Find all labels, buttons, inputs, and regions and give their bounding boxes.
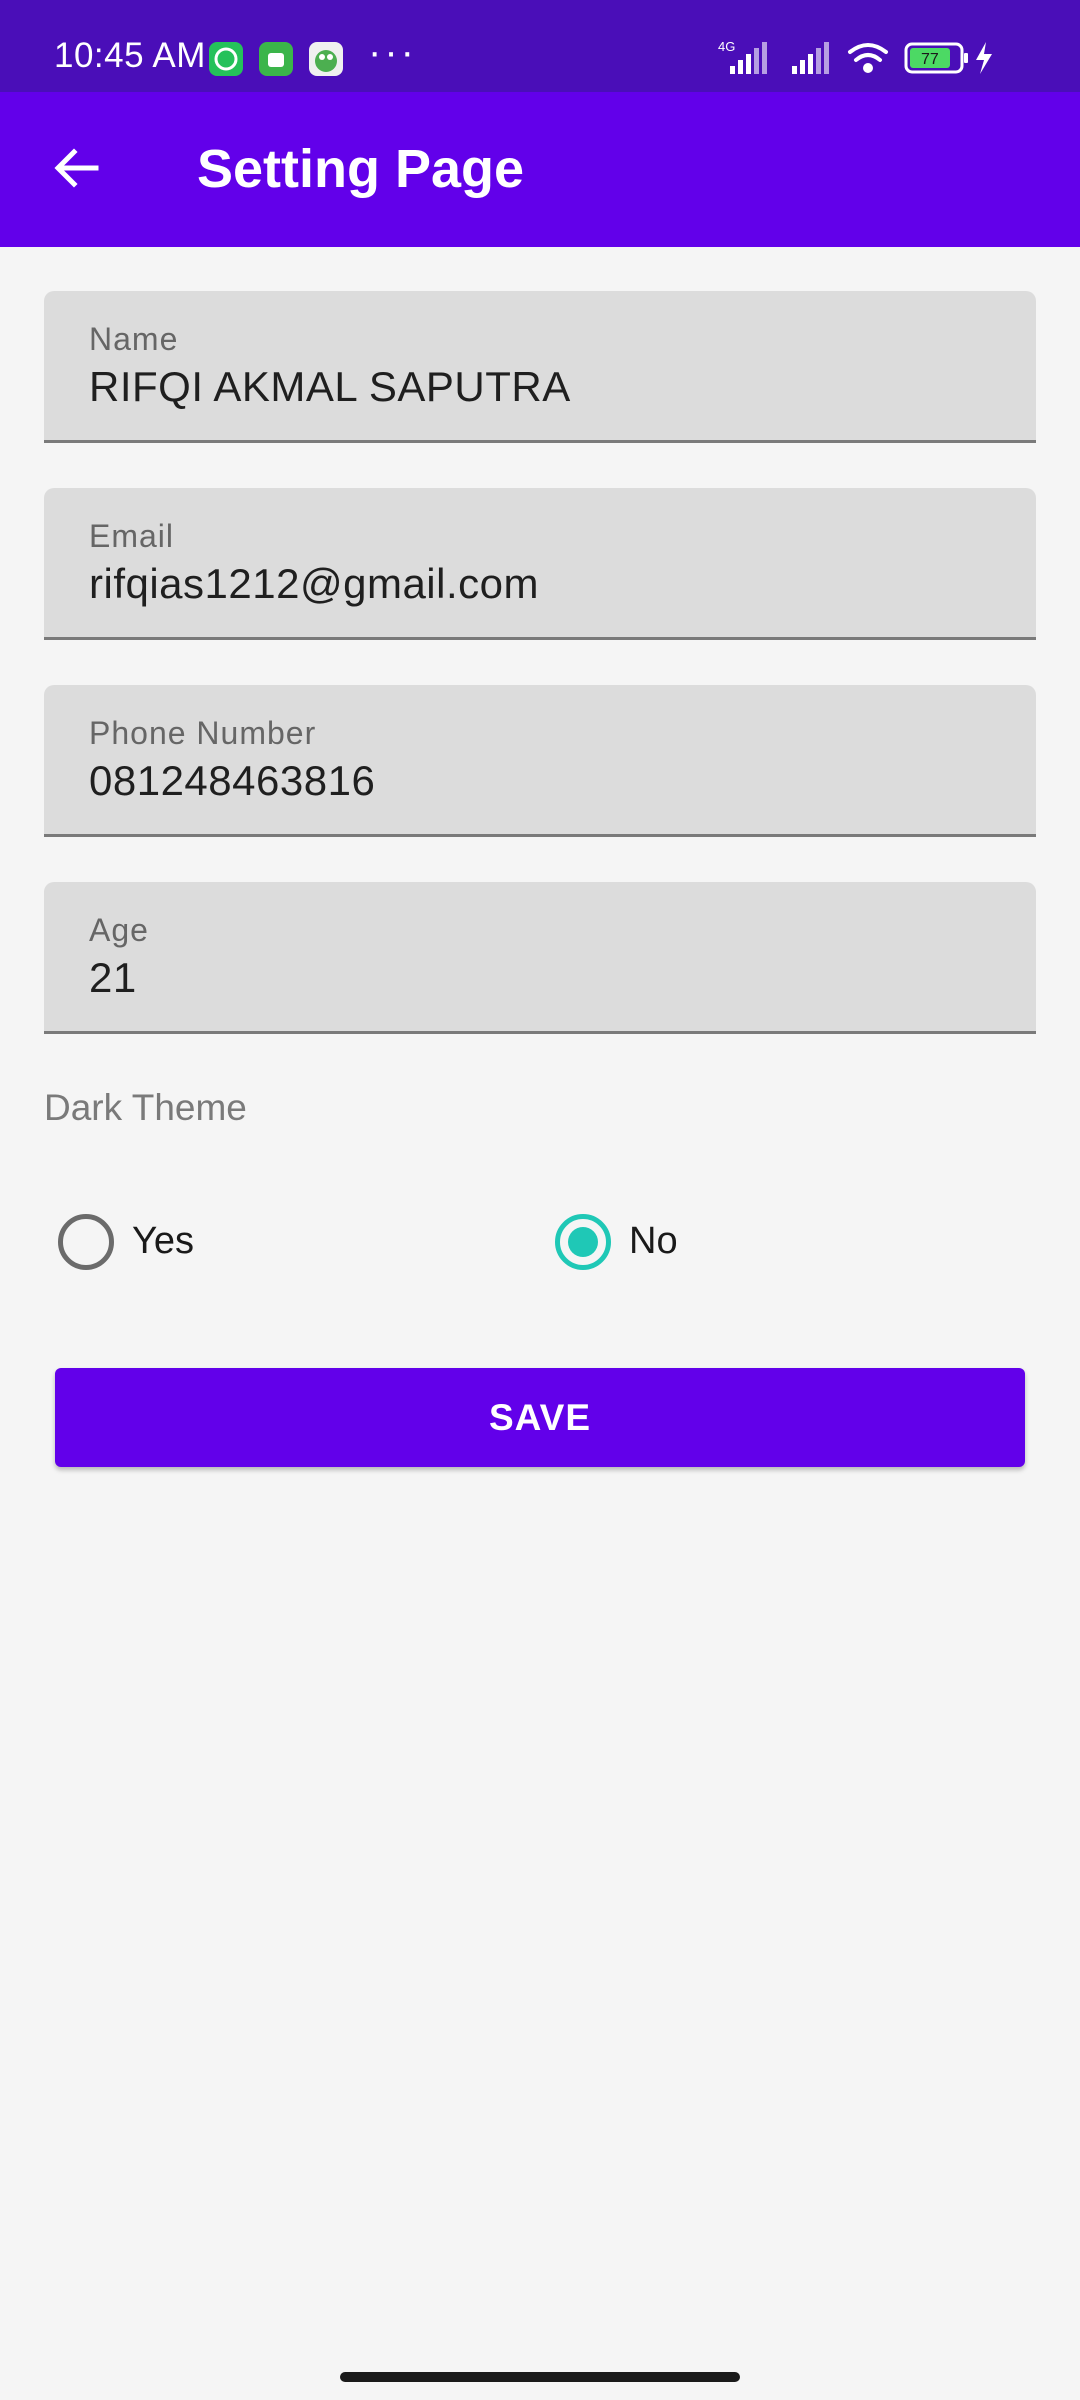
phone-number-value: 081248463816	[89, 757, 376, 804]
status-bar: 10:45 AM ··· 4G 77	[0, 0, 1080, 92]
dark-theme-option-yes[interactable]: Yes	[58, 1212, 478, 1272]
name-label: Name	[89, 321, 179, 357]
status-icons: 4G 77	[718, 39, 992, 74]
email-value: rifqias1212@gmail.com	[89, 560, 539, 607]
charging-icon	[976, 42, 992, 74]
phone-number-field[interactable]: Phone Number 081248463816	[44, 685, 1036, 837]
age-label: Age	[89, 912, 149, 948]
name-field[interactable]: Name RIFQI AKMAL SAPUTRA	[44, 291, 1036, 443]
page-title: Setting Page	[197, 139, 525, 199]
age-value: 21	[89, 954, 137, 1001]
dark-theme-label: Dark Theme	[44, 1087, 247, 1128]
name-value: RIFQI AKMAL SAPUTRA	[89, 363, 571, 410]
email-field[interactable]: Email rifqias1212@gmail.com	[44, 488, 1036, 640]
radio-yes-label: Yes	[132, 1220, 194, 1262]
radio-no-label: No	[629, 1220, 678, 1262]
home-indicator[interactable]	[340, 2372, 740, 2382]
email-label: Email	[89, 518, 175, 554]
more-icon: ···	[368, 30, 417, 74]
signal-icon	[730, 42, 767, 74]
save-button[interactable]: SAVE	[55, 1368, 1025, 1467]
age-field[interactable]: Age 21	[44, 882, 1036, 1034]
status-time: 10:45 AM	[54, 36, 206, 75]
signal-icon	[792, 42, 829, 74]
dark-theme-option-no[interactable]: No	[555, 1212, 975, 1272]
android-icon	[259, 42, 293, 76]
radio-no[interactable]	[555, 1214, 611, 1270]
network-type-label: 4G	[718, 39, 735, 54]
whatsapp-icon	[209, 42, 243, 76]
radio-yes[interactable]	[58, 1214, 114, 1270]
phone-number-label: Phone Number	[89, 715, 317, 751]
wifi-icon	[848, 43, 888, 73]
app-bar: Setting Page	[0, 92, 1080, 247]
battery-level: 77	[921, 51, 939, 68]
arrow-back-icon[interactable]	[52, 144, 100, 192]
app-icon	[309, 42, 343, 76]
battery-icon: 77	[904, 42, 968, 74]
